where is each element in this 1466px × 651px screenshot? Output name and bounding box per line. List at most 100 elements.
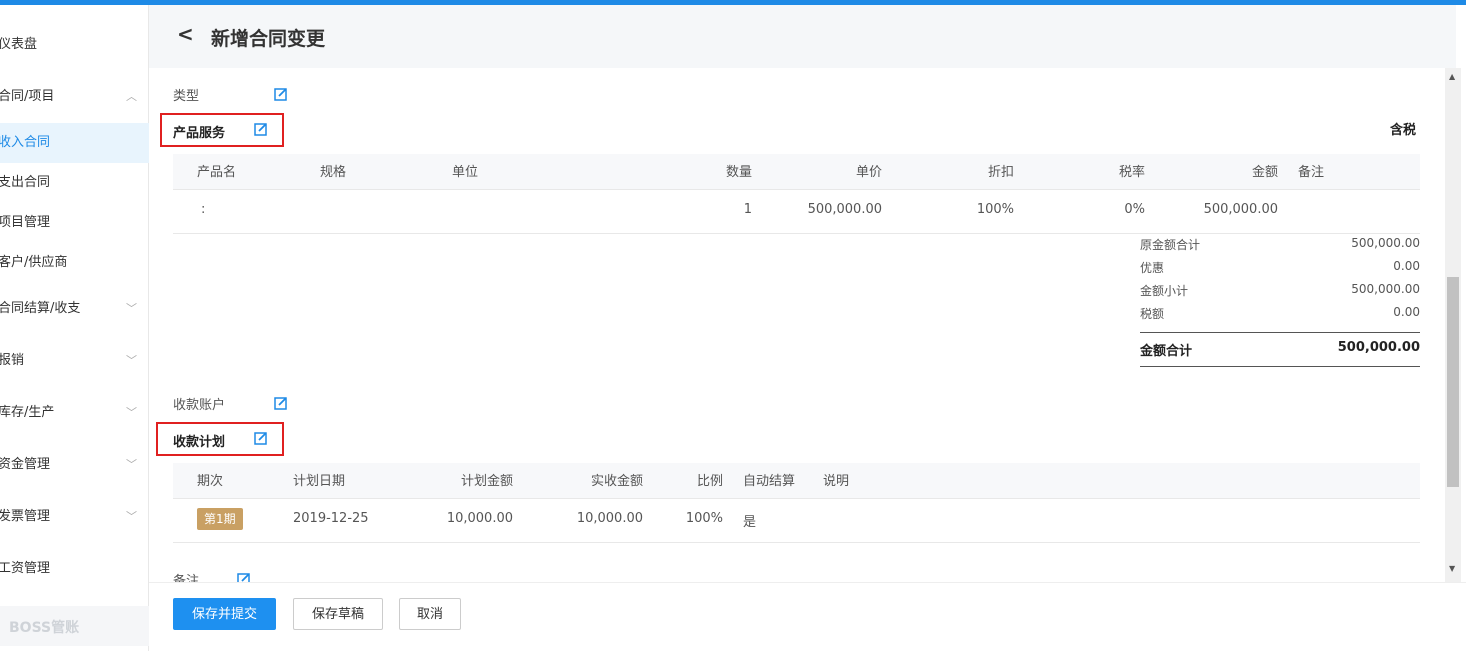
product-section-title: 产品服务 [173,126,226,141]
col-header: 单价 [855,165,882,180]
col-header: 单位 [452,165,479,180]
scroll-up-icon[interactable]: ▲ [1449,72,1455,81]
plan-table-header [173,463,1420,498]
sidebar-item-label: 合同结算/收支 [0,301,81,316]
tax-included-label: 含税 [1390,123,1417,138]
discount-cell: 100% [976,202,1014,217]
sidebar-item-invoices[interactable]: 发票管理 ﹀ [0,497,149,537]
edit-icon[interactable] [254,122,268,136]
scrollbar-thumb[interactable] [1447,277,1459,487]
sidebar-item-label: 合同/项目 [0,89,55,104]
sidebar-footer-logo: BOSS管账 [0,606,149,646]
period-tag: 第1期 [197,508,243,530]
brand-text: BOSS管账 [9,620,80,636]
summary-divider [1140,366,1420,367]
quantity-cell: 1 [743,202,752,217]
summary-label: 税额 [1140,307,1165,321]
remark-label: 备注 [173,574,200,582]
sidebar-item-settlement[interactable]: 合同结算/收支 ﹀ [0,289,149,329]
plan-date-cell: 2019-12-25 [293,511,369,526]
edit-icon[interactable] [274,396,288,410]
sidebar-item-label: 工资管理 [0,561,51,576]
sidebar-item-payroll[interactable]: 工资管理 [0,549,149,589]
chevron-down-icon: ﹀ [126,510,137,523]
summary-label: 原金额合计 [1140,238,1201,252]
unit-price-cell: 500,000.00 [807,202,882,217]
tax-rate-cell: 0% [1124,202,1145,217]
sidebar-item-customers[interactable]: 客户/供应商 [0,243,149,283]
total-value: 500,000.00 [1337,340,1420,355]
col-header: 实收金额 [590,474,643,489]
sidebar-item-reimbursement[interactable]: 报销 ﹀ [0,341,149,381]
col-header: 产品名 [197,165,237,180]
sidebar-item-label: 支出合同 [0,175,51,190]
form-content: 类型 产品服务 含税 产品名 规格 单位 数量 单价 折扣 税率 金额 备注 :… [149,68,1445,582]
divider [173,233,1420,234]
edit-icon[interactable] [254,431,268,445]
amount-cell: 500,000.00 [1203,202,1278,217]
page-header: < 新增合同变更 [149,5,1456,68]
col-header: 折扣 [987,165,1014,180]
summary-label: 优惠 [1140,261,1165,275]
col-header: 比例 [696,474,723,489]
col-header: 计划日期 [293,474,346,489]
cancel-button[interactable]: 取消 [399,598,461,630]
save-draft-button[interactable]: 保存草稿 [293,598,383,630]
divider [173,189,1420,190]
sidebar-item-funds[interactable]: 资金管理 ﹀ [0,445,149,485]
scroll-down-icon[interactable]: ▼ [1449,564,1455,573]
sidebar-item-label: 发票管理 [0,509,51,524]
col-header: 期次 [197,474,224,489]
account-label: 收款账户 [173,398,226,413]
divider [173,542,1420,543]
sidebar-item-label: 报销 [0,353,25,368]
summary-value: 500,000.00 [1351,236,1420,250]
summary-value: 500,000.00 [1351,282,1420,296]
page-title: 新增合同变更 [211,28,326,50]
col-header: 规格 [320,165,347,180]
sidebar-item-dashboard[interactable]: 仪表盘 [0,25,149,65]
sidebar-item-contracts[interactable]: 合同/项目 ︿ [0,77,149,117]
sidebar-item-label: 资金管理 [0,457,51,472]
total-label: 金额合计 [1140,344,1193,359]
product-name-cell: : [201,202,206,217]
col-header: 数量 [725,165,752,180]
type-label: 类型 [173,89,200,104]
content-scrollbar[interactable]: ▲ ▼ [1445,68,1461,582]
ratio-cell: 100% [685,511,723,526]
col-header: 金额 [1251,165,1278,180]
summary-value: 0.00 [1393,305,1420,319]
received-amount-cell: 10,000.00 [576,511,643,526]
sidebar-item-label: 仪表盘 [0,37,38,52]
sidebar-item-label: 库存/生产 [0,405,55,420]
col-header: 自动结算 [743,474,796,489]
col-header: 计划金额 [460,474,513,489]
sidebar-item-label: 客户/供应商 [0,255,68,270]
plan-section-title: 收款计划 [173,435,226,450]
back-arrow-icon[interactable]: < [177,22,194,46]
save-submit-button[interactable]: 保存并提交 [173,598,276,630]
sidebar-item-label: 收入合同 [0,135,51,150]
divider [173,498,1420,499]
sidebar-item-projects[interactable]: 项目管理 [0,203,149,243]
form-footer: 保存并提交 保存草稿 取消 [149,582,1466,651]
chevron-down-icon: ﹀ [126,458,137,471]
sidebar-item-income-contract[interactable]: 收入合同 [0,123,149,163]
summary-value: 0.00 [1393,259,1420,273]
chevron-down-icon: ﹀ [126,354,137,367]
col-header: 说明 [823,474,850,489]
edit-icon[interactable] [237,572,251,582]
summary-label: 金额小计 [1140,284,1189,298]
chevron-up-icon: ︿ [126,90,137,103]
col-header: 税率 [1118,165,1145,180]
edit-icon[interactable] [274,87,288,101]
sidebar-item-label: 项目管理 [0,215,51,230]
sidebar-item-expense-contract[interactable]: 支出合同 [0,163,149,203]
sidebar: 仪表盘 合同/项目 ︿ 收入合同 支出合同 项目管理 客户/供应商 合同结算/收支… [0,5,149,651]
chevron-down-icon: ﹀ [126,302,137,315]
chevron-down-icon: ﹀ [126,406,137,419]
sidebar-item-inventory[interactable]: 库存/生产 ﹀ [0,393,149,433]
auto-settle-cell: 是 [743,515,757,530]
summary-divider [1140,332,1420,333]
planned-amount-cell: 10,000.00 [446,511,513,526]
